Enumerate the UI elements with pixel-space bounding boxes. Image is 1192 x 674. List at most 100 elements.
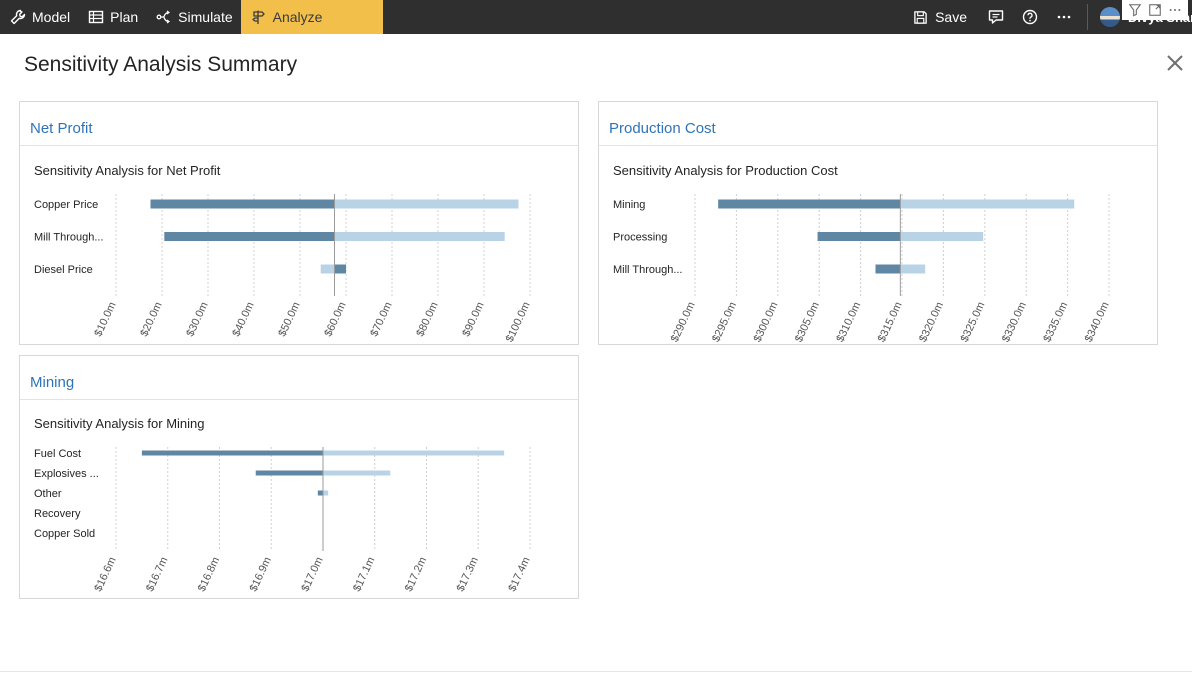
high-bar	[323, 470, 391, 476]
more-options-button[interactable]	[1047, 0, 1081, 34]
toolbar-divider	[1087, 4, 1088, 30]
simulate-tab[interactable]: Simulate	[146, 0, 240, 34]
production-cost-card: Production Cost Sensitivity Analysis for…	[598, 101, 1158, 345]
card-header: Mining	[20, 356, 578, 400]
x-tick-label: $310.0m	[834, 300, 863, 344]
category-label: Diesel Price	[34, 264, 93, 276]
net-profit-card: Net Profit Sensitivity Analysis for Net …	[19, 101, 579, 345]
x-tick-label: $16.9m	[248, 555, 274, 593]
x-tick-label: $16.8m	[196, 555, 222, 593]
low-bar	[150, 199, 335, 209]
save-icon	[914, 10, 927, 24]
chart-title: Sensitivity Analysis for Production Cost	[613, 163, 838, 178]
high-bar	[334, 199, 519, 209]
filter-icon[interactable]	[1128, 3, 1142, 17]
ellipsis-icon	[1057, 15, 1071, 19]
table-icon	[88, 10, 104, 24]
x-tick-label: $320.0m	[917, 300, 946, 344]
category-label: Fuel Cost	[34, 448, 81, 460]
x-tick-label: $300.0m	[752, 300, 781, 344]
wrench-icon	[10, 9, 26, 25]
model-label: Model	[32, 9, 71, 25]
low-bar	[317, 490, 323, 496]
category-label: Mill Through...	[34, 232, 104, 244]
avatar	[1100, 7, 1120, 27]
help-icon	[1022, 9, 1038, 25]
high-bar	[323, 490, 329, 496]
comment-button[interactable]	[979, 0, 1013, 34]
card-header: Net Profit	[20, 102, 578, 146]
x-tick-label: $40.0m	[230, 300, 256, 338]
category-label: Other	[34, 488, 62, 500]
x-tick-label: $90.0m	[460, 300, 486, 338]
top-toolbar: Model Plan Simulate Analyze Save Divya S…	[0, 0, 1192, 34]
x-tick-label: $100.0m	[504, 300, 533, 344]
low-bar	[164, 232, 335, 241]
category-label: Recovery	[34, 508, 81, 520]
x-tick-label: $17.0m	[299, 555, 325, 593]
branch-icon	[156, 10, 171, 24]
low-bar	[718, 199, 901, 209]
model-tab[interactable]: Model	[0, 0, 78, 34]
x-tick-label: $16.7m	[144, 555, 170, 593]
x-tick-label: $16.6m	[92, 555, 118, 593]
low-bar	[817, 232, 901, 241]
x-tick-label: $10.0m	[92, 300, 118, 338]
card-header: Production Cost	[599, 102, 1157, 146]
high-bar	[900, 264, 926, 274]
high-bar	[320, 264, 335, 274]
x-tick-label: $50.0m	[276, 300, 302, 338]
analyze-tab[interactable]: Analyze	[240, 0, 383, 34]
more-icon[interactable]	[1168, 3, 1182, 17]
x-tick-label: $60.0m	[322, 300, 348, 338]
chart-title: Sensitivity Analysis for Mining	[34, 416, 205, 431]
plan-label: Plan	[110, 9, 139, 25]
x-tick-label: $17.4m	[506, 555, 532, 593]
help-button[interactable]	[1013, 0, 1047, 34]
net-profit-tornado-chart: $10.0m $20.0m $30.0m $40.0m $50.0m $60.0m $70.…	[34, 194, 533, 344]
analyze-label: Analyze	[272, 9, 323, 25]
high-bar	[323, 450, 505, 456]
page-title: Sensitivity Analysis Summary	[24, 53, 298, 76]
x-tick-label: $17.2m	[403, 555, 429, 593]
x-tick-label: $315.0m	[876, 300, 905, 344]
bottom-border	[0, 671, 1192, 672]
chart-title: Sensitivity Analysis for Net Profit	[34, 163, 221, 178]
x-tick-label: $80.0m	[414, 300, 440, 338]
x-tick-label: $70.0m	[368, 300, 394, 338]
high-bar	[900, 199, 1075, 209]
category-label: Explosives ...	[34, 468, 99, 480]
mining-card: Mining Sensitivity Analysis for Mining $…	[19, 355, 579, 599]
category-label: Copper Price	[34, 199, 98, 211]
comment-icon	[988, 10, 1004, 24]
visual-header-icons	[1122, 0, 1188, 20]
plan-tab[interactable]: Plan	[78, 0, 146, 34]
x-tick-label: $330.0m	[1000, 300, 1029, 344]
focus-mode-icon[interactable]	[1148, 3, 1162, 17]
low-bar	[141, 450, 323, 456]
low-bar	[255, 470, 323, 476]
save-button[interactable]: Save	[904, 0, 979, 34]
category-label: Mining	[613, 199, 645, 211]
x-tick-label: $340.0m	[1083, 300, 1112, 344]
x-tick-label: $335.0m	[1041, 300, 1070, 344]
x-tick-label: $305.0m	[793, 300, 822, 344]
x-tick-label: $30.0m	[184, 300, 210, 338]
close-icon[interactable]	[1165, 53, 1185, 73]
x-tick-label: $20.0m	[138, 300, 164, 338]
x-tick-label: $17.1m	[351, 555, 377, 593]
low-bar	[334, 264, 346, 274]
low-bar	[875, 264, 901, 274]
high-bar	[334, 232, 505, 241]
category-label: Copper Sold	[34, 528, 95, 540]
category-label: Processing	[613, 232, 667, 244]
category-label: Mill Through...	[613, 264, 683, 276]
mining-tornado-chart: $16.6m $16.7m $16.8m $16.9m $17.0m $17.1m $17.…	[34, 447, 533, 594]
x-tick-label: $325.0m	[959, 300, 988, 344]
save-label: Save	[935, 9, 967, 25]
simulate-label: Simulate	[178, 9, 233, 25]
production-cost-tornado-chart: $290.0m $295.0m $300.0m $305.0m $310.0m $315.…	[613, 194, 1112, 344]
x-tick-label: $295.0m	[710, 300, 739, 344]
x-tick-label: $290.0m	[669, 300, 698, 344]
x-tick-label: $17.3m	[455, 555, 481, 593]
